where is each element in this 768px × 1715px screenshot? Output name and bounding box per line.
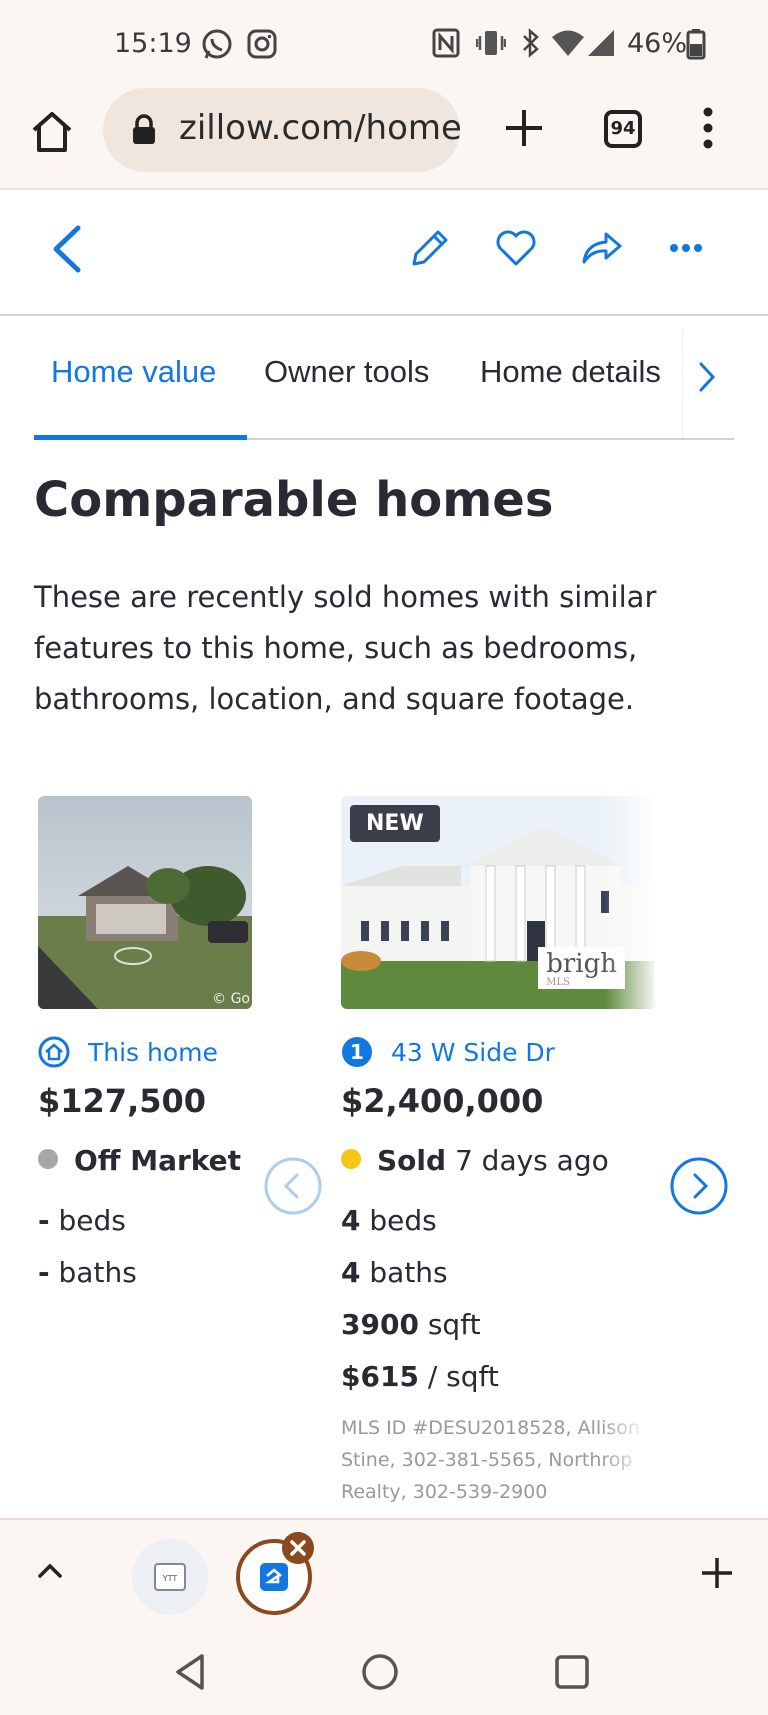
tab-favicon-ytt[interactable]: YTT	[132, 1539, 208, 1615]
status-bar: 15:19 46%	[0, 0, 768, 88]
home-photo[interactable]: © Go	[38, 796, 252, 1009]
battery-icon	[686, 29, 706, 60]
sqft-value: 3900	[341, 1308, 419, 1341]
nav-back-icon[interactable]	[170, 1652, 210, 1692]
baths-value: 4	[341, 1256, 361, 1289]
card-beds: - beds	[38, 1204, 126, 1237]
card-baths: - baths	[38, 1256, 137, 1289]
heart-icon[interactable]	[494, 226, 538, 270]
status-time-ago: 7 days ago	[454, 1144, 609, 1177]
chevron-up-icon[interactable]	[34, 1554, 66, 1586]
section-tabs: Home value Owner tools Home details	[34, 330, 734, 440]
nav-home-icon[interactable]	[360, 1652, 400, 1692]
zillow-favicon-icon	[260, 1563, 288, 1591]
bluetooth-icon	[523, 28, 539, 58]
card-price: $127,500	[38, 1082, 207, 1120]
mls-attribution: MLS ID #DESU2018528, Allison Stine, 302-…	[341, 1417, 640, 1503]
add-tab-icon[interactable]	[700, 1556, 734, 1590]
new-badge: NEW	[350, 805, 440, 842]
home-icon[interactable]	[30, 110, 74, 154]
beds-unit: beds	[369, 1204, 437, 1237]
vibrate-icon	[476, 31, 506, 55]
new-tab-icon[interactable]	[502, 106, 546, 150]
section-heading: Comparable homes	[34, 472, 554, 528]
more-vert-icon[interactable]	[696, 106, 720, 150]
baths-unit: baths	[58, 1256, 137, 1289]
home-photo[interactable]: NEW brigh MLS	[341, 796, 655, 1009]
home-marker-icon	[38, 1036, 70, 1068]
active-tab-indicator	[34, 435, 247, 440]
chevron-right-icon[interactable]	[697, 360, 717, 394]
card-beds: 4 beds	[341, 1204, 437, 1237]
edit-pencil-icon[interactable]	[408, 226, 452, 270]
card-baths: 4 baths	[341, 1256, 448, 1289]
url-bar[interactable]: zillow.com/homedetails	[103, 88, 460, 172]
svg-text:1: 1	[350, 1040, 364, 1064]
nav-recents-icon[interactable]	[552, 1652, 592, 1692]
status-time: 15:19	[114, 28, 192, 59]
photo-fade	[605, 796, 655, 1009]
sqft-unit: sqft	[427, 1308, 481, 1341]
share-icon[interactable]	[580, 226, 624, 270]
status-label: Off Market	[74, 1144, 242, 1177]
whatsapp-icon	[202, 29, 232, 59]
beds-value: 4	[341, 1204, 361, 1237]
price-per-sqft-value: $615	[341, 1360, 419, 1393]
mls-fade	[600, 1412, 650, 1512]
more-horiz-icon[interactable]	[668, 226, 708, 270]
card-price: $2,400,000	[341, 1082, 544, 1120]
section-description: These are recently sold homes with simil…	[34, 580, 657, 716]
svg-text:YTT: YTT	[162, 1574, 178, 1583]
tab-switcher-button[interactable]: 94	[604, 110, 642, 148]
instagram-icon	[247, 29, 277, 59]
beds-value: -	[38, 1204, 50, 1237]
card-label-text[interactable]: 43 W Side Dr	[391, 1038, 555, 1067]
status-dot	[341, 1149, 361, 1169]
card-price-per-sqft: $615 / sqft	[341, 1360, 499, 1393]
tab-home-value[interactable]: Home value	[51, 354, 216, 390]
tabs-scroll-right[interactable]	[682, 330, 734, 438]
browser-toolbar: zillow.com/homedetails 94	[0, 88, 768, 190]
photo-credit: © Go	[212, 991, 250, 1007]
ytt-favicon-icon: YTT	[154, 1563, 186, 1591]
url-text[interactable]: zillow.com/homedetails	[179, 108, 460, 148]
carousel-next-button[interactable]	[670, 1157, 728, 1215]
nfc-icon	[432, 28, 460, 58]
system-nav-bar	[0, 1622, 768, 1715]
battery-percent: 46%	[627, 28, 688, 59]
card-label-this-home[interactable]: This home	[38, 1036, 248, 1070]
wifi-icon	[552, 30, 584, 56]
card-label-text[interactable]: This home	[88, 1038, 218, 1067]
app-header	[0, 190, 768, 316]
card-sqft: 3900 sqft	[341, 1308, 481, 1341]
back-chevron-icon[interactable]	[50, 224, 84, 274]
close-tab-icon[interactable]	[282, 1532, 314, 1564]
signal-icon	[588, 30, 614, 56]
beds-unit: beds	[58, 1204, 126, 1237]
tab-home-details[interactable]: Home details	[480, 354, 661, 390]
status-dot	[38, 1149, 58, 1169]
status-label: Sold	[377, 1144, 447, 1177]
baths-value: -	[38, 1256, 50, 1289]
tab-strip: YTT	[0, 1518, 768, 1622]
house-photo-this-home	[38, 796, 252, 1009]
card-label-comp-1[interactable]: 1 43 W Side Dr	[341, 1036, 661, 1070]
price-per-sqft-unit: / sqft	[427, 1360, 499, 1393]
carousel-prev-button[interactable]	[264, 1157, 322, 1215]
tab-owner-tools[interactable]: Owner tools	[264, 354, 429, 390]
baths-unit: baths	[369, 1256, 448, 1289]
card-status: Off Market	[38, 1144, 241, 1177]
number-marker-icon: 1	[342, 1037, 372, 1067]
card-status: Sold 7 days ago	[341, 1144, 609, 1177]
lock-icon	[133, 114, 155, 144]
